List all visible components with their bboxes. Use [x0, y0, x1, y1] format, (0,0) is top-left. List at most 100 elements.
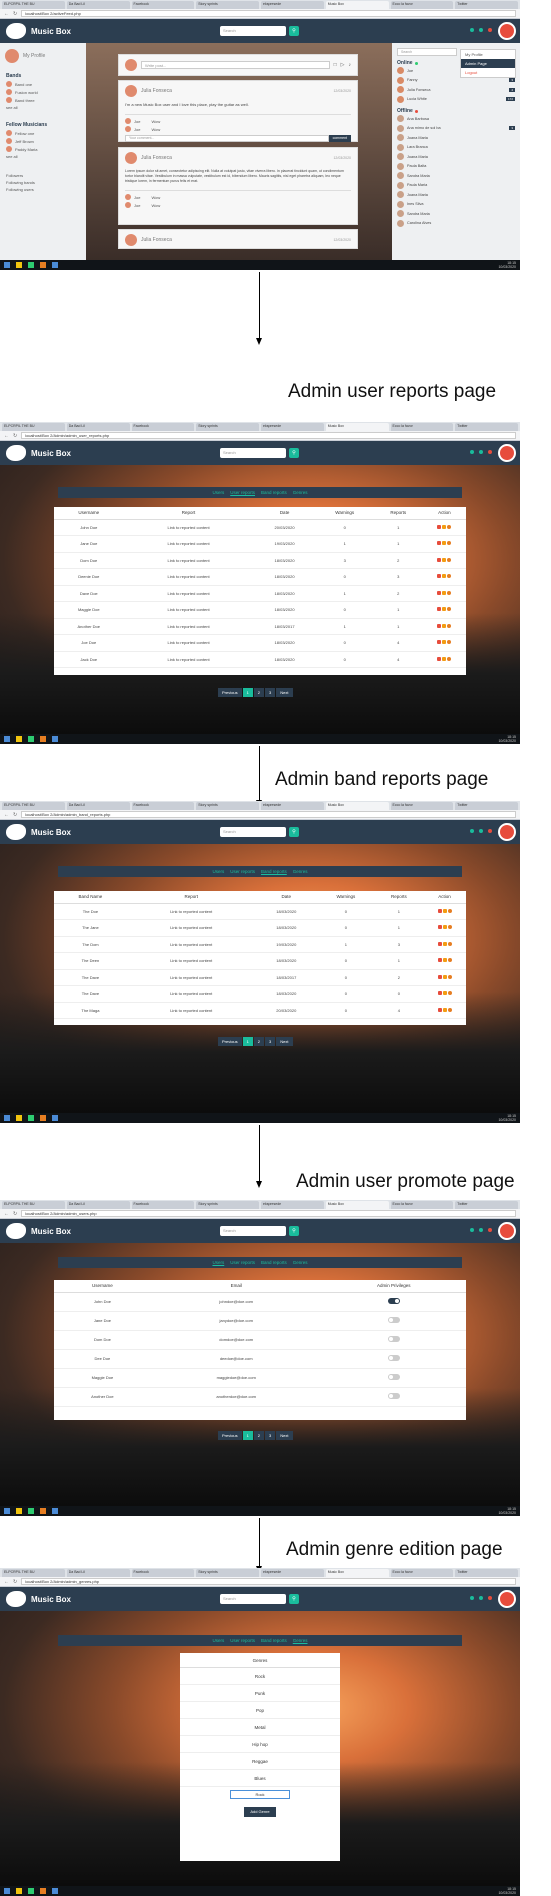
ban-icon[interactable] — [437, 623, 442, 628]
image-icon[interactable]: □ — [334, 62, 337, 68]
browser-tab[interactable]: Da Bad Lil — [66, 1201, 130, 1209]
post-author[interactable]: Julia Fonseca — [141, 88, 172, 94]
tab-users[interactable]: Users — [212, 869, 224, 874]
browser-tab[interactable]: Music Box — [325, 1201, 389, 1209]
browser-tab[interactable]: Story sprints — [196, 1, 259, 9]
tab-genres[interactable]: Genres — [293, 1638, 308, 1643]
dismiss-icon[interactable] — [447, 656, 452, 661]
avatar[interactable] — [498, 823, 516, 841]
warning-icon[interactable] — [442, 590, 447, 595]
url-field[interactable]: localhost/Box 2/activeFeed.php — [21, 10, 516, 17]
search-input[interactable]: Search — [220, 1226, 286, 1236]
browser-tab[interactable]: ekspresede — [261, 1569, 324, 1577]
chrome-icon[interactable] — [28, 1115, 34, 1121]
browser-tab[interactable]: Da Bad Lil — [66, 1, 130, 9]
notification-icon[interactable] — [470, 829, 474, 833]
browser-tab[interactable]: Da Bad Lil — [66, 802, 130, 810]
post-author[interactable]: Julia Fonseca — [141, 155, 172, 161]
avatar[interactable] — [125, 234, 137, 246]
reload-icon[interactable]: ↻ — [13, 812, 17, 818]
back-icon[interactable]: ← — [4, 1579, 9, 1585]
page-button[interactable]: 1 — [242, 1431, 253, 1440]
genre-item[interactable]: Pop — [180, 1702, 340, 1719]
browser-tab[interactable]: ELPCRPIL THE BU — [2, 1569, 65, 1577]
brand-name[interactable]: Music Box — [31, 27, 71, 36]
followers-link[interactable]: Followers — [6, 173, 80, 178]
warning-icon[interactable] — [442, 941, 447, 946]
logout-menu-item[interactable]: Logout — [461, 68, 515, 77]
search-icon[interactable]: ⚲ — [289, 26, 299, 36]
reported-content-link[interactable]: Link to reported content — [126, 936, 256, 953]
reported-content-link[interactable]: Link to reported content — [126, 919, 256, 937]
chrome-icon[interactable] — [28, 1508, 34, 1514]
message-icon[interactable] — [479, 28, 483, 32]
browser-tab[interactable]: Story sprints — [196, 802, 259, 810]
back-icon[interactable]: ← — [4, 11, 9, 17]
page-button[interactable]: 2 — [253, 1037, 265, 1046]
avatar[interactable] — [498, 1590, 516, 1608]
browser-tab[interactable]: Story sprints — [196, 1569, 259, 1577]
previous-page-button[interactable]: Previous — [218, 688, 242, 697]
chrome-icon[interactable] — [28, 736, 34, 742]
page-button[interactable]: 1 — [242, 688, 253, 697]
previous-page-button[interactable]: Previous — [218, 1431, 242, 1440]
ban-icon[interactable] — [437, 541, 442, 546]
dismiss-icon[interactable] — [447, 958, 452, 963]
ban-icon[interactable] — [437, 656, 442, 661]
genre-item[interactable]: Punk — [180, 1685, 340, 1702]
video-icon[interactable]: ▷ — [341, 62, 345, 68]
browser-tab[interactable]: Facebook — [131, 802, 195, 810]
explorer-icon[interactable] — [16, 262, 22, 268]
ban-icon[interactable] — [437, 908, 442, 913]
see-all-link[interactable]: see all — [6, 154, 80, 159]
message-icon[interactable] — [479, 1596, 483, 1600]
browser-tab[interactable]: ekspresede — [261, 802, 324, 810]
notification-icon[interactable] — [470, 1596, 474, 1600]
reported-content-link[interactable]: Link to reported content — [123, 618, 254, 635]
dismiss-icon[interactable] — [447, 1007, 452, 1012]
page-button[interactable]: 2 — [253, 1431, 265, 1440]
ban-icon[interactable] — [437, 640, 442, 645]
list-item[interactable]: Fellow one — [6, 130, 80, 136]
notification-icon[interactable] — [470, 1228, 474, 1232]
offline-user[interactable]: Sandra Maria — [397, 209, 515, 219]
back-icon[interactable]: ← — [4, 433, 9, 439]
windows-icon[interactable] — [4, 736, 10, 742]
alert-icon[interactable] — [488, 1596, 492, 1600]
page-button[interactable]: 3 — [265, 1037, 276, 1046]
dismiss-icon[interactable] — [447, 974, 452, 979]
browser-tab[interactable]: Ecco la favor — [390, 1569, 454, 1577]
warning-icon[interactable] — [442, 557, 447, 562]
offline-user[interactable]: Ines Silva — [397, 200, 515, 210]
ban-icon[interactable] — [437, 590, 442, 595]
offline-user[interactable]: Lara Branca — [397, 143, 515, 153]
notification-icon[interactable] — [470, 450, 474, 454]
offline-user[interactable]: Paula Maria — [397, 181, 515, 191]
list-item[interactable]: Band one — [6, 81, 80, 87]
ban-icon[interactable] — [437, 557, 442, 562]
windows-icon[interactable] — [4, 1115, 10, 1121]
browser-tab[interactable]: Facebook — [131, 1569, 195, 1577]
search-input[interactable]: Search — [220, 827, 286, 837]
avatar[interactable] — [498, 444, 516, 462]
ban-icon[interactable] — [437, 607, 442, 612]
offline-user[interactable]: Joana Maria — [397, 152, 515, 162]
search-input[interactable]: Search — [220, 26, 286, 36]
browser-tab[interactable]: ELPCRPIL THE BU — [2, 423, 65, 431]
browser-tab[interactable]: Ecco la favor — [390, 802, 454, 810]
admin-toggle[interactable] — [387, 1355, 400, 1361]
warning-icon[interactable] — [442, 974, 447, 979]
reload-icon[interactable]: ↻ — [13, 433, 17, 439]
admin-toggle[interactable] — [387, 1317, 400, 1323]
app-icon[interactable] — [40, 1115, 46, 1121]
browser-tab[interactable]: Ecco la favor — [390, 1201, 454, 1209]
dismiss-icon[interactable] — [447, 557, 452, 562]
browser-tab[interactable]: Ecco la favor — [390, 1, 454, 9]
alert-icon[interactable] — [488, 450, 492, 454]
search-icon[interactable]: ⚲ — [289, 448, 299, 458]
search-icon[interactable]: ⚲ — [289, 1226, 299, 1236]
reload-icon[interactable]: ↻ — [13, 1579, 17, 1585]
offline-user[interactable]: Ana mimo de sol ba 3 — [397, 124, 515, 134]
alert-icon[interactable] — [488, 829, 492, 833]
warning-icon[interactable] — [442, 925, 447, 930]
